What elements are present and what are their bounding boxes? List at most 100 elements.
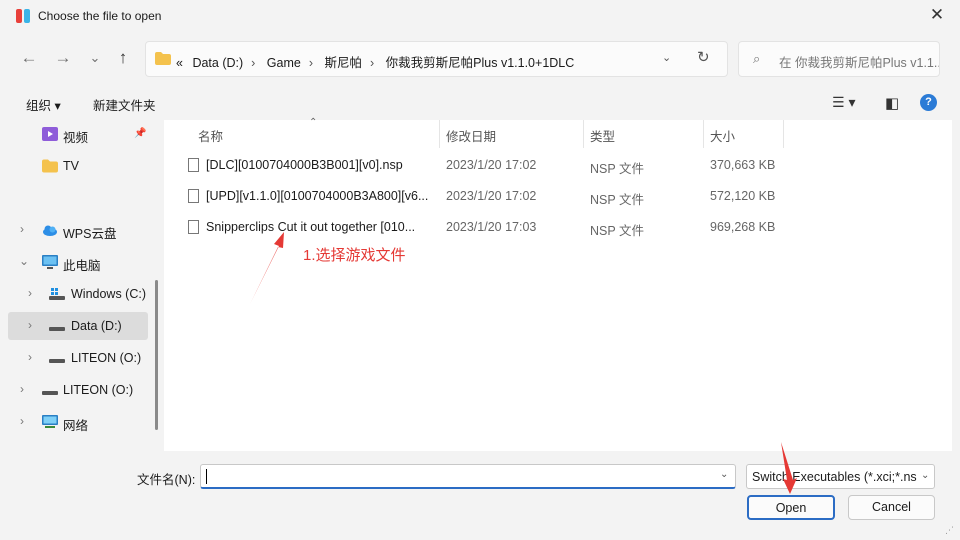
close-button[interactable]: ✕: [922, 4, 952, 28]
filename-input[interactable]: [200, 464, 736, 489]
chevron-right-icon[interactable]: ›: [20, 382, 24, 396]
cancel-button[interactable]: Cancel: [848, 495, 935, 520]
chevron-down-icon[interactable]: ⌄: [19, 254, 29, 268]
file-list: 名称 ⌃ 修改日期 类型 大小 [DLC][0100704000B3B001][…: [164, 117, 952, 451]
sidebar-item-liteon-o[interactable]: › LITEON (O:): [8, 344, 148, 372]
navigation-bar: ← → ⌄ ↑ « Data (D:) › Game › 斯尼帕 › 你裁我剪斯尼帕P…: [0, 32, 960, 84]
file-date: 2023/1/20 17:02: [446, 189, 537, 203]
file-icon: [188, 220, 199, 234]
sidebar-item-windows-c[interactable]: › Windows (C:): [8, 280, 148, 308]
breadcrumb-separator[interactable]: ›: [370, 56, 374, 70]
column-divider[interactable]: [783, 120, 784, 148]
file-name: [DLC][0100704000B3B001][v0].nsp: [206, 158, 403, 172]
drive-icon: [42, 391, 58, 395]
file-type: NSP 文件: [590, 162, 644, 176]
annotation-label: 1.选择游戏文件: [303, 247, 406, 264]
file-size: 572,120 KB: [710, 189, 776, 203]
text-cursor: [206, 469, 207, 484]
folder-icon: [42, 159, 58, 173]
chevron-right-icon[interactable]: ›: [20, 222, 24, 236]
sidebar-item-data-d[interactable]: › Data (D:): [8, 312, 148, 340]
sort-ascending-icon: ⌃: [309, 117, 318, 128]
breadcrumb-item[interactable]: Game: [267, 56, 301, 70]
file-date: 2023/1/20 17:02: [446, 158, 537, 172]
chevron-right-icon[interactable]: ›: [28, 318, 32, 332]
column-header-date[interactable]: 修改日期: [446, 120, 496, 148]
chevron-right-icon[interactable]: ›: [28, 350, 32, 364]
back-button[interactable]: ←: [18, 46, 40, 70]
breadcrumb-item[interactable]: Data (D:): [192, 56, 243, 70]
computer-icon: [42, 255, 58, 269]
recent-locations-button[interactable]: ⌄: [84, 46, 106, 70]
chevron-down-icon[interactable]: ⌄: [662, 51, 671, 64]
search-placeholder: 在 你裁我剪斯尼帕Plus v1.1...: [779, 56, 940, 70]
drive-icon: [49, 327, 65, 331]
file-date: 2023/1/20 17:03: [446, 220, 537, 234]
file-name: Snipperclips Cut it out together [010...: [206, 220, 416, 234]
column-header-type[interactable]: 类型: [590, 120, 615, 148]
chevron-down-icon[interactable]: ⌄: [921, 470, 929, 481]
breadcrumb-separator[interactable]: ›: [251, 56, 255, 70]
breadcrumb-separator[interactable]: ›: [309, 56, 313, 70]
file-row[interactable]: [DLC][0100704000B3B001][v0].nsp 2023/1/2…: [164, 150, 784, 181]
sidebar-item-label: 视频: [63, 131, 89, 145]
video-icon: [42, 127, 58, 141]
search-input[interactable]: ⌕ 在 你裁我剪斯尼帕Plus v1.1...: [738, 41, 940, 77]
file-name: [UPD][v1.1.0][0100704000B3A800][v6...: [206, 189, 429, 203]
organize-menu[interactable]: 组织 ▾: [26, 95, 61, 114]
pin-icon: 📌: [134, 128, 147, 139]
breadcrumb-overflow[interactable]: «: [176, 56, 183, 70]
file-type: NSP 文件: [590, 193, 644, 207]
up-button[interactable]: ↑: [112, 46, 134, 70]
new-folder-button[interactable]: 新建文件夹: [93, 95, 156, 114]
sidebar-item-network[interactable]: › 网络: [8, 408, 148, 436]
sidebar-item-label: Data (D:): [71, 319, 122, 333]
chevron-down-icon[interactable]: ⌄: [720, 469, 728, 480]
view-options-icon[interactable]: ☰ ▾: [832, 94, 855, 111]
file-size: 370,663 KB: [710, 158, 776, 172]
file-size: 969,268 KB: [710, 220, 776, 234]
open-button[interactable]: Open: [747, 495, 835, 520]
sidebar-item-this-pc[interactable]: ⌄ 此电脑: [8, 248, 148, 276]
chevron-right-icon[interactable]: ›: [20, 414, 24, 428]
file-row[interactable]: [UPD][v1.1.0][0100704000B3A800][v6... 20…: [164, 181, 784, 212]
file-type: NSP 文件: [590, 224, 644, 238]
file-row[interactable]: Snipperclips Cut it out together [010...…: [164, 212, 784, 243]
sidebar-item-label: TV: [63, 159, 79, 173]
refresh-icon[interactable]: ↻: [697, 48, 710, 66]
sidebar-item-videos[interactable]: 视频 📌: [8, 120, 148, 148]
column-header-name[interactable]: 名称: [198, 120, 223, 148]
column-divider[interactable]: [439, 120, 440, 148]
filename-label: 文件名(N):: [137, 473, 196, 487]
help-icon[interactable]: ?: [920, 94, 937, 111]
sidebar-item-label: LITEON (O:): [63, 383, 134, 397]
switch-emulator-icon: [16, 9, 30, 23]
column-divider[interactable]: [703, 120, 704, 148]
sidebar-item-tv[interactable]: TV: [8, 152, 148, 180]
dialog-footer: 文件名(N): ⌄ Switch Executables (*.xci;*.ns…: [0, 451, 960, 540]
search-icon: ⌕: [753, 51, 761, 66]
chevron-right-icon[interactable]: ›: [28, 286, 32, 300]
title-bar: Choose the file to open ✕: [0, 0, 960, 32]
resize-grip-icon[interactable]: ⋰: [945, 525, 954, 536]
sidebar-item-liteon-o-root[interactable]: › LITEON (O:): [8, 376, 148, 404]
forward-button[interactable]: →: [52, 46, 74, 70]
windows-drive-icon: [49, 288, 65, 300]
navigation-pane: 视频 📌 TV › WPS云盘 ⌄ 此电脑 › Windows (C:) › D…: [8, 120, 158, 451]
sidebar-item-label: 网络: [63, 419, 89, 433]
command-bar: 组织 ▾ 新建文件夹 ☰ ▾ ◧: [0, 84, 960, 120]
folder-icon: [155, 52, 171, 65]
breadcrumb-item[interactable]: 斯尼帕: [325, 56, 363, 70]
preview-pane-icon[interactable]: ◧: [885, 94, 899, 112]
breadcrumb: « Data (D:) › Game › 斯尼帕 › 你裁我剪斯尼帕Plus v1.1…: [176, 52, 580, 71]
file-type-filter[interactable]: Switch Executables (*.xci;*.ns ⌄: [746, 464, 935, 489]
sidebar-scrollbar[interactable]: [155, 280, 158, 430]
drive-icon: [49, 359, 65, 363]
sidebar-item-label: LITEON (O:): [71, 351, 142, 365]
address-bar[interactable]: « Data (D:) › Game › 斯尼帕 › 你裁我剪斯尼帕Plus v1.1…: [145, 41, 728, 77]
column-divider[interactable]: [583, 120, 584, 148]
sidebar-item-label: Windows (C:): [71, 287, 147, 301]
breadcrumb-item[interactable]: 你裁我剪斯尼帕Plus v1.1.0+1DLC: [386, 56, 575, 70]
column-header-size[interactable]: 大小: [710, 120, 735, 148]
sidebar-item-wps-cloud[interactable]: › WPS云盘: [8, 216, 148, 244]
